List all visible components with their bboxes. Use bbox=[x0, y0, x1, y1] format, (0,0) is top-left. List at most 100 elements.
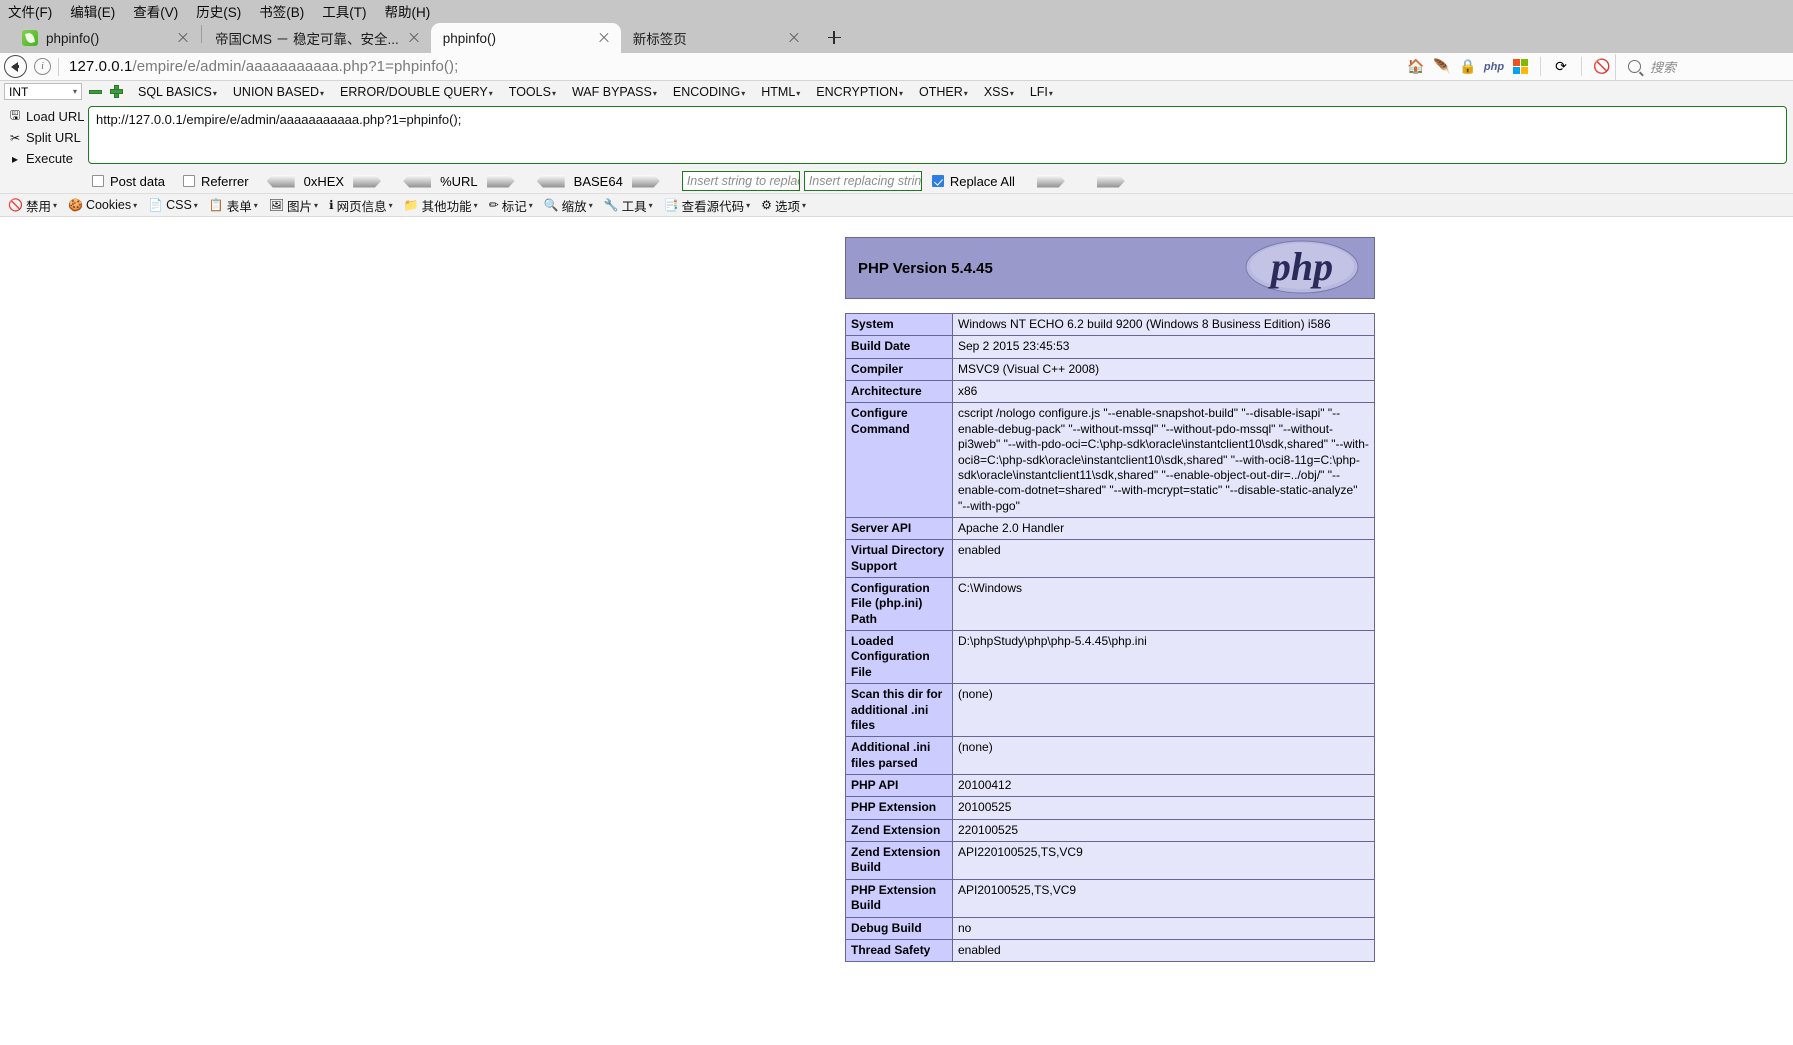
menu-edit[interactable]: 编辑(E) bbox=[70, 1, 115, 21]
execute-button[interactable]: ▸ Execute bbox=[4, 148, 88, 169]
hackbar-menu-union-based[interactable]: UNION BASED▾ bbox=[233, 85, 324, 99]
base64-encode-arrow-icon[interactable] bbox=[631, 174, 660, 188]
hackbar-menu-encoding[interactable]: ENCODING▾ bbox=[673, 85, 745, 99]
php-icon[interactable]: php bbox=[1483, 56, 1505, 78]
toolbar-item-tools[interactable]: 🔧 工具 ▾ bbox=[604, 196, 653, 215]
row-value: MSVC9 (Visual C++ 2008) bbox=[952, 357, 1375, 382]
marker-icon: ✏ bbox=[488, 198, 499, 212]
url-label: %URL bbox=[440, 173, 478, 189]
close-icon[interactable] bbox=[595, 29, 613, 47]
hackbar-menu-sql-basics[interactable]: SQL BASICS▾ bbox=[138, 85, 217, 99]
form-icon: 📋 bbox=[208, 198, 224, 212]
row-value: Windows NT ECHO 6.2 build 9200 (Windows … bbox=[952, 312, 1375, 337]
close-icon[interactable] bbox=[785, 29, 803, 47]
close-icon[interactable] bbox=[405, 29, 423, 47]
hackbar-menu-lfi[interactable]: LFI▾ bbox=[1030, 85, 1053, 99]
hackbar-menu-error-double-query[interactable]: ERROR/DOUBLE QUERY▾ bbox=[340, 85, 493, 99]
menu-view[interactable]: 查看(V) bbox=[133, 1, 178, 21]
hackbar-menu-waf-bypass[interactable]: WAF BYPASS▾ bbox=[572, 85, 657, 99]
toolbar-item-images[interactable]: 🖼 图片 ▾ bbox=[269, 196, 318, 215]
search-bar[interactable]: 搜索 bbox=[1615, 53, 1793, 80]
replace-all-label: Replace All bbox=[949, 173, 1015, 189]
referrer-option[interactable]: Referrer bbox=[182, 174, 249, 189]
tools-icon: 🔧 bbox=[603, 198, 619, 212]
chevron-down-icon: ▾ bbox=[72, 87, 77, 96]
row-key: Loaded Configuration File bbox=[845, 630, 953, 685]
plus-icon[interactable] bbox=[109, 84, 124, 99]
replace-apply-arrow-icon[interactable] bbox=[1036, 174, 1065, 188]
base64-decode-arrow-icon[interactable] bbox=[536, 174, 565, 188]
split-url-button[interactable]: ✂ Split URL bbox=[4, 127, 88, 148]
hex-encode-arrow-icon[interactable] bbox=[353, 174, 382, 188]
menu-help[interactable]: 帮助(H) bbox=[385, 1, 431, 21]
referrer-checkbox[interactable] bbox=[182, 175, 195, 187]
hackbar-type-select[interactable]: INT ▾ bbox=[4, 83, 82, 100]
base64-label: BASE64 bbox=[573, 173, 623, 189]
menu-history[interactable]: 历史(S) bbox=[196, 1, 241, 21]
replace-all-checkbox[interactable] bbox=[931, 175, 944, 187]
minus-icon[interactable] bbox=[88, 84, 103, 99]
hackbar-menu-row: INT ▾ SQL BASICS▾ UNION BASED▾ ERROR/DOU… bbox=[0, 81, 1793, 102]
browser-tab-4[interactable]: 新标签页 bbox=[621, 23, 811, 53]
hackbar-menu-html[interactable]: HTML▾ bbox=[761, 85, 800, 99]
row-key: Build Date bbox=[845, 335, 953, 359]
back-button[interactable] bbox=[0, 54, 30, 80]
lock-icon[interactable]: 🔒 bbox=[1457, 56, 1479, 78]
menu-file[interactable]: 文件(F) bbox=[8, 1, 52, 21]
hex-decode-arrow-icon[interactable] bbox=[266, 174, 295, 188]
post-data-checkbox[interactable] bbox=[92, 175, 104, 187]
hackbar-menu-tools[interactable]: TOOLS▾ bbox=[509, 85, 556, 99]
site-info-icon[interactable]: i bbox=[34, 58, 51, 75]
hackbar-menu-other[interactable]: OTHER▾ bbox=[919, 85, 968, 99]
hackbar-menu-xss[interactable]: XSS▾ bbox=[984, 85, 1014, 99]
toolbar-item-cookies[interactable]: 🍪 Cookies ▾ bbox=[68, 198, 137, 212]
reload-icon[interactable]: ⟳ bbox=[1550, 56, 1572, 78]
replace-with-input[interactable]: Insert replacing string bbox=[803, 171, 922, 191]
noscript-blocked-icon[interactable]: 🚫 bbox=[1591, 56, 1613, 78]
toolbar-item-misc[interactable]: 📁 其他功能 ▾ bbox=[404, 196, 478, 215]
browser-tab-3-active[interactable]: phpinfo() bbox=[430, 23, 621, 53]
toolbar-item-disable[interactable]: 🚫 禁用 ▾ bbox=[8, 196, 57, 215]
hex-encoder-group: 0xHEX bbox=[266, 174, 382, 189]
close-icon[interactable] bbox=[174, 29, 192, 47]
tab-label: 帝国CMS － 稳定可靠、安全... bbox=[215, 32, 399, 47]
row-value: Sep 2 2015 23:45:53 bbox=[952, 335, 1375, 359]
row-key: Configure Command bbox=[845, 402, 953, 518]
toolbar-item-forms[interactable]: 📋 表单 ▾ bbox=[209, 196, 258, 215]
row-key: Server API bbox=[845, 516, 953, 541]
url-host: 127.0.0.1 bbox=[69, 58, 133, 75]
toolbar-item-outline[interactable]: ✏ 标记 ▾ bbox=[489, 196, 533, 215]
toolbar-separator bbox=[1581, 57, 1582, 76]
browser-tab-1[interactable]: phpinfo() bbox=[10, 23, 200, 53]
hackbar-menu-encryption[interactable]: ENCRYPTION▾ bbox=[816, 85, 903, 99]
windows-icon[interactable] bbox=[1509, 56, 1531, 78]
menu-bookmarks[interactable]: 书签(B) bbox=[259, 1, 304, 21]
toolbar-item-options[interactable]: ⚙ 选项 ▾ bbox=[761, 196, 806, 215]
home-icon[interactable]: 🏠 bbox=[1405, 56, 1427, 78]
php-logo-icon: php bbox=[1242, 236, 1362, 301]
replace-search-input[interactable]: Insert string to replace bbox=[681, 171, 800, 191]
tab-separator bbox=[201, 25, 202, 43]
post-data-label: Post data bbox=[110, 173, 165, 189]
toolbar-item-page-info[interactable]: ℹ 网页信息 ▾ bbox=[329, 196, 393, 215]
toolbar-item-resize[interactable]: 🔍 缩放 ▾ bbox=[544, 196, 593, 215]
browser-tab-2[interactable]: 帝国CMS － 稳定可靠、安全... bbox=[203, 23, 431, 53]
url-path: /empire/e/admin/aaaaaaaaaaa.php?1=phpinf… bbox=[132, 58, 459, 75]
replace-all-option[interactable]: Replace All bbox=[931, 173, 1015, 189]
menu-tools[interactable]: 工具(T) bbox=[322, 1, 366, 21]
toolbar-item-view-source[interactable]: 📑 查看源代码 ▾ bbox=[664, 196, 750, 215]
url-decode-arrow-icon[interactable] bbox=[403, 174, 432, 188]
url-encode-arrow-icon[interactable] bbox=[486, 174, 515, 188]
new-tab-button[interactable] bbox=[821, 24, 847, 50]
load-url-button[interactable]: 🖫 Load URL bbox=[4, 106, 88, 127]
row-value: enabled bbox=[952, 938, 1375, 963]
row-value: x86 bbox=[952, 380, 1375, 404]
replace-revert-arrow-icon[interactable] bbox=[1096, 174, 1125, 188]
url-bar[interactable]: 127.0.0.1/empire/e/admin/aaaaaaaaaaa.php… bbox=[69, 58, 458, 75]
toolbar-item-css[interactable]: 📄 CSS ▾ bbox=[148, 198, 198, 212]
hackbar-url-textarea[interactable]: http://127.0.0.1/empire/e/admin/aaaaaaaa… bbox=[88, 106, 1787, 164]
feather-icon[interactable]: 🪶 bbox=[1431, 56, 1453, 78]
post-data-option[interactable]: Post data bbox=[92, 174, 165, 189]
replace-revert-group bbox=[1096, 174, 1125, 188]
load-url-icon: 🖫 bbox=[9, 108, 21, 122]
